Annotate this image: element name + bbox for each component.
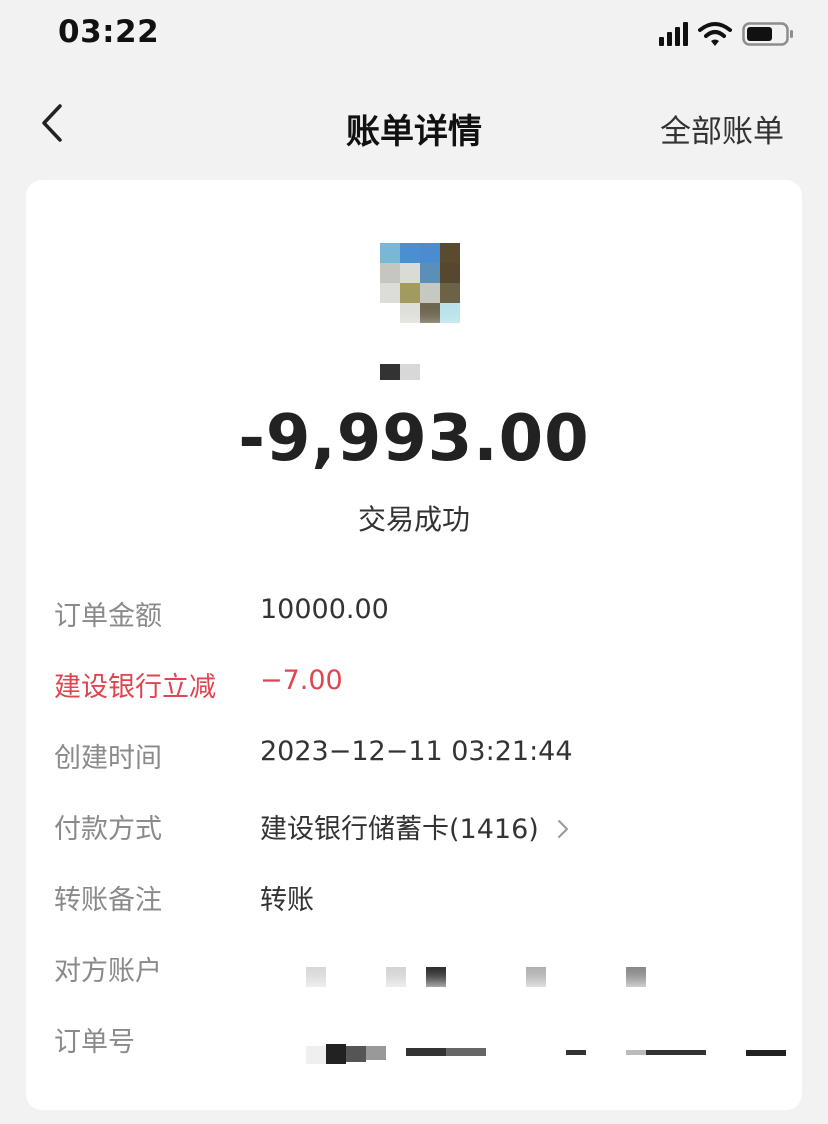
- created-time-label: 创建时间: [54, 743, 162, 774]
- status-time: 03:22: [58, 14, 160, 50]
- bank-discount-value: −7.00: [260, 665, 343, 696]
- detail-list: 订单金额 10000.00 建设银行立减 −7.00 创建时间 2023−12−…: [54, 580, 800, 1077]
- merchant-avatar: [380, 243, 460, 323]
- bill-detail-card: -9,993.00 交易成功 订单金额 10000.00 建设银行立减 −7.0…: [26, 180, 802, 1110]
- row-bank-discount: 建设银行立减 −7.00: [54, 651, 794, 722]
- row-transfer-note: 转账备注 转账: [54, 864, 794, 935]
- transaction-status: 交易成功: [357, 503, 470, 536]
- payment-method-value[interactable]: 建设银行储蓄卡(1416): [260, 807, 571, 846]
- order-amount-label: 订单金额: [54, 601, 162, 632]
- row-created-time: 创建时间 2023−12−11 03:21:44: [54, 722, 794, 793]
- order-number-redacted: [230, 994, 800, 1070]
- payment-method-text: 建设银行储蓄卡(1416): [260, 814, 539, 845]
- signal-icon: [659, 22, 688, 46]
- row-payment-method[interactable]: 付款方式 建设银行储蓄卡(1416): [54, 793, 794, 864]
- row-order-number: 订单号: [54, 994, 800, 1077]
- counterparty-account-label: 对方账户: [54, 956, 162, 987]
- counterparty-account-redacted: [240, 939, 800, 999]
- payment-method-label: 付款方式: [54, 814, 162, 845]
- navigation-bar: 账单详情 全部账单: [0, 80, 828, 170]
- transfer-note-label: 转账备注: [54, 885, 162, 916]
- status-icons: [659, 20, 794, 48]
- created-time-value: 2023−12−11 03:21:44: [260, 736, 573, 767]
- all-bills-link[interactable]: 全部账单: [660, 106, 784, 151]
- transfer-note-value: 转账: [260, 885, 314, 916]
- transaction-amount: -9,993.00: [238, 402, 590, 476]
- status-bar: 03:22: [0, 0, 828, 70]
- battery-icon: [742, 22, 793, 46]
- bank-discount-label: 建设银行立减: [54, 672, 216, 703]
- order-number-label: 订单号: [54, 1027, 135, 1058]
- wifi-icon: [698, 22, 732, 46]
- merchant-name-redacted: [316, 338, 596, 386]
- order-amount-value: 10000.00: [260, 594, 389, 625]
- row-order-amount: 订单金额 10000.00: [54, 580, 794, 651]
- chevron-right-icon: [558, 819, 569, 838]
